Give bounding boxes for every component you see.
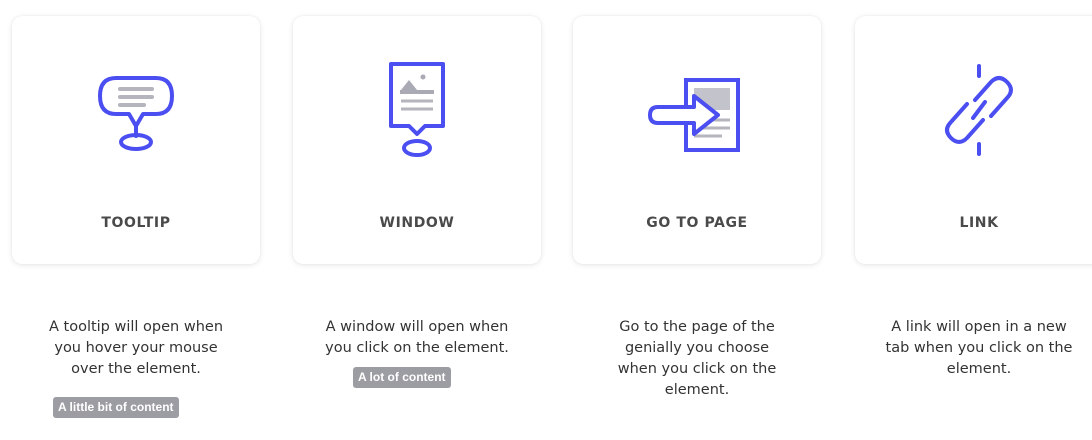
link-option-label: LINK — [959, 215, 999, 231]
description-line: you hover your mouse — [54, 340, 218, 356]
window-option-description: A window will open when you click on the… — [293, 317, 541, 359]
go-to-page-option-card[interactable]: GO TO PAGE — [573, 16, 821, 264]
window-content-amount-badge: A lot of content — [353, 367, 451, 388]
description-line: A window will open when — [325, 319, 509, 335]
description-line: Go to the page of the — [619, 319, 775, 335]
window-option-card[interactable]: WINDOW — [293, 16, 541, 264]
tooltip-bubble-icon — [12, 60, 260, 160]
tooltip-option-card[interactable]: TOOLTIP — [12, 16, 260, 264]
description-line: genially you choose — [624, 340, 770, 356]
go-to-page-option-description: Go to the page of the genially you choos… — [573, 317, 821, 401]
tooltip-option-label: TOOLTIP — [101, 215, 171, 231]
window-popup-icon — [293, 60, 541, 160]
description-line: when you click on the — [617, 361, 777, 377]
description-line: tab when you click on the — [885, 340, 1073, 356]
description-line: over the element. — [71, 361, 201, 377]
link-chain-icon — [855, 60, 1092, 160]
link-option-card[interactable]: LINK — [855, 16, 1092, 264]
go-to-page-icon — [573, 60, 821, 160]
tooltip-option-description: A tooltip will open when you hover your … — [12, 317, 260, 380]
link-option-description: A link will open in a new tab when you c… — [855, 317, 1092, 380]
tooltip-content-amount-badge: A little bit of content — [53, 397, 179, 418]
interaction-type-picker: TOOLTIP WINDOW GO TO PAGE LINK A tooltip… — [0, 0, 1092, 440]
window-option-label: WINDOW — [379, 215, 455, 231]
description-line: A tooltip will open when — [48, 319, 224, 335]
go-to-page-option-label: GO TO PAGE — [646, 215, 748, 231]
description-line: element. — [664, 382, 730, 398]
description-line: element. — [946, 361, 1012, 377]
description-line: A link will open in a new — [891, 319, 1067, 335]
description-line: you click on the element. — [325, 340, 509, 356]
